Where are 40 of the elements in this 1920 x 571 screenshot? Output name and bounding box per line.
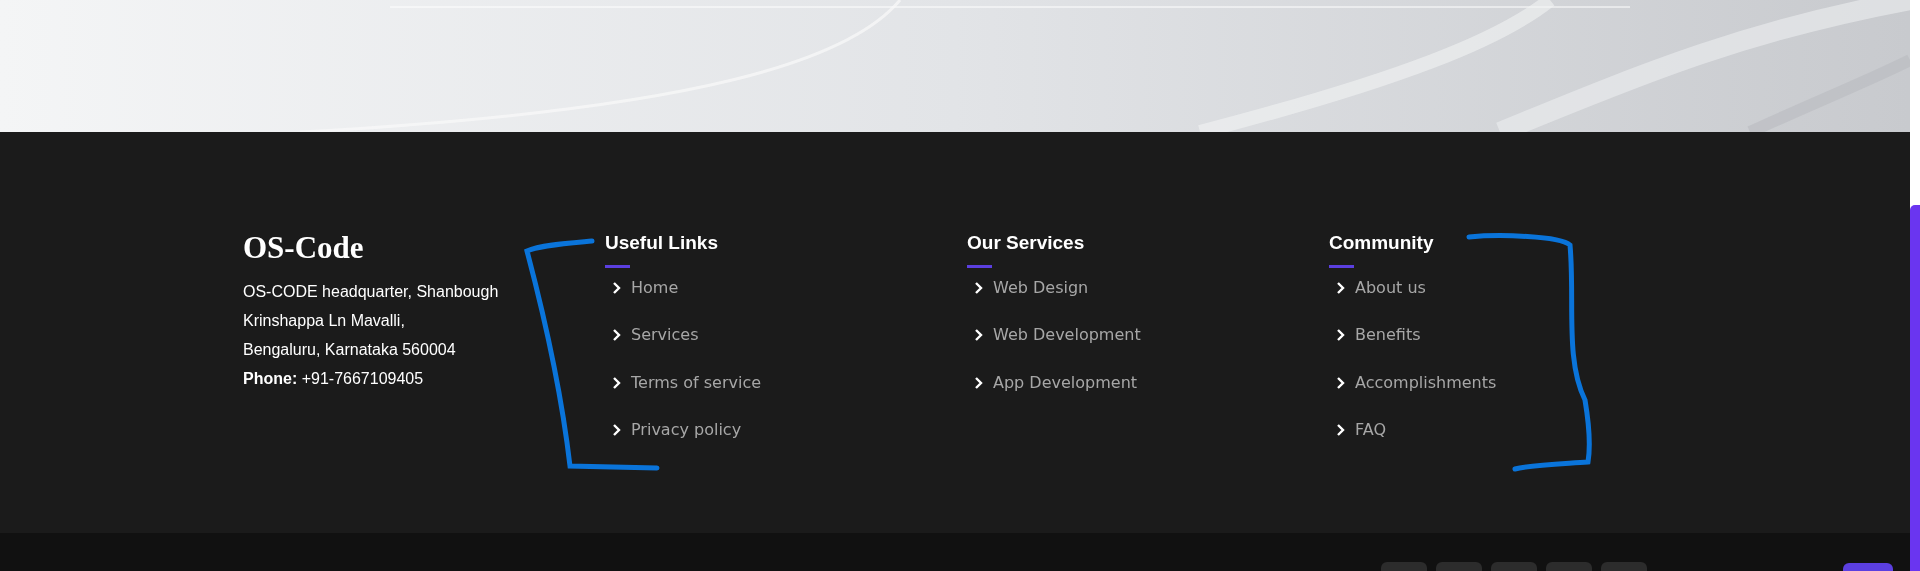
chevron-icon	[612, 329, 622, 342]
address-line: OS-CODE headquarter, Shanbough	[243, 282, 500, 302]
chevron-icon	[612, 281, 622, 294]
footer-link[interactable]: Web Development	[993, 325, 1141, 345]
chevron-icon	[974, 376, 984, 389]
footer-link[interactable]: Home	[631, 277, 679, 297]
social-button[interactable]	[1491, 562, 1537, 571]
column-heading: Our Services	[967, 232, 1086, 255]
social-button[interactable]	[1381, 562, 1427, 571]
chevron-icon	[974, 281, 984, 294]
column-heading: Community	[1329, 232, 1435, 255]
social-button[interactable]	[1601, 562, 1647, 571]
phone-text: Phone: +91-7667109405	[243, 369, 425, 389]
chevron-icon	[1336, 424, 1346, 437]
footer-link[interactable]: Services	[631, 325, 699, 345]
chevron-icon	[1336, 281, 1346, 294]
footer-link[interactable]: Terms of service	[631, 372, 762, 392]
chevron-icon	[1336, 376, 1346, 389]
scrollbar-thumb[interactable]	[1910, 205, 1920, 571]
footer-link[interactable]: App Development	[993, 372, 1138, 392]
footer-link[interactable]: Privacy policy	[631, 420, 742, 440]
chevron-icon	[974, 329, 984, 342]
chevron-icon	[1336, 329, 1346, 342]
footer-link[interactable]: Accomplishments	[1355, 372, 1497, 392]
column-heading: Useful Links	[605, 232, 719, 255]
footer-link[interactable]: Benefits	[1355, 325, 1421, 345]
back-to-top-button[interactable]	[1843, 563, 1893, 571]
social-button[interactable]	[1546, 562, 1592, 571]
footer-link[interactable]: Web Design	[993, 277, 1089, 297]
address-line: Bengaluru, Karnataka 560004	[243, 340, 457, 360]
address-line: Krinshappa Ln Mavalli,	[243, 311, 406, 331]
chevron-icon	[612, 376, 622, 389]
social-button[interactable]	[1436, 562, 1482, 571]
brand-name: OS-Code	[243, 232, 365, 263]
heading-underline	[967, 264, 992, 268]
footer-link[interactable]: About us	[1355, 277, 1426, 297]
chevron-icon	[612, 424, 622, 437]
footer-link[interactable]: FAQ	[1355, 420, 1386, 440]
heading-underline	[605, 264, 630, 268]
heading-underline	[1329, 264, 1354, 268]
